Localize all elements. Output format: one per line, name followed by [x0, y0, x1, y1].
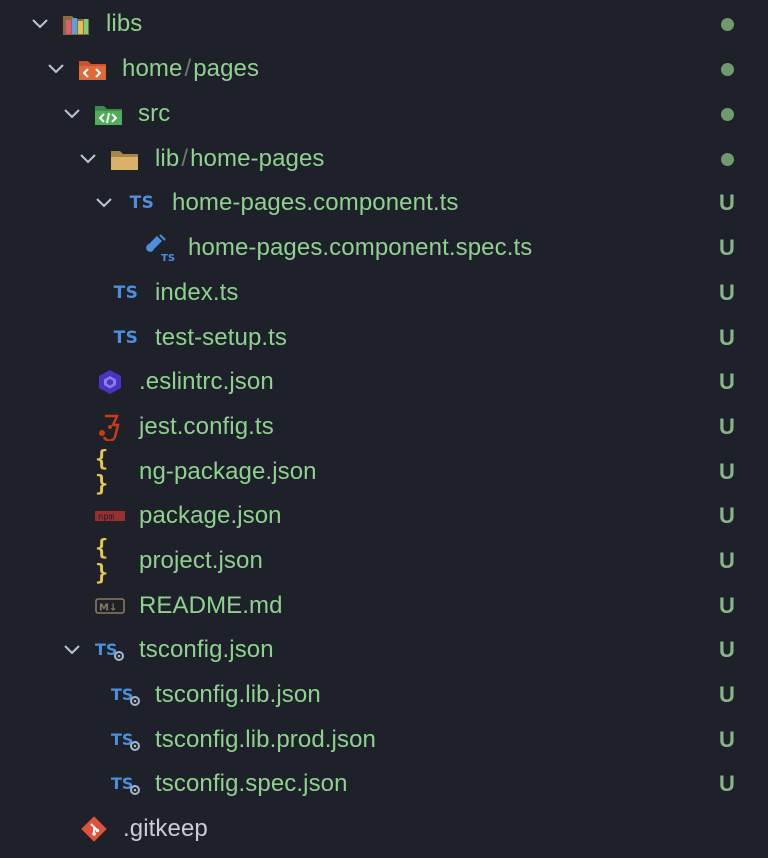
- tree-item-label: ng-package.json: [139, 458, 317, 485]
- tree-item-project-json[interactable]: { } project.json U: [0, 536, 768, 586]
- markdown-icon: M↓: [95, 591, 125, 621]
- tree-item-label: project.json: [139, 547, 263, 574]
- chevron-down-icon[interactable]: [93, 192, 115, 214]
- folder-src-icon: [94, 99, 124, 129]
- modified-dot: [721, 152, 734, 166]
- untracked-badge: U: [719, 771, 735, 796]
- tree-item-tsconfig-spec-json[interactable]: TS tsconfig.spec.json U: [0, 762, 768, 806]
- tree-item-home-pages-component-ts[interactable]: TS home-pages.component.ts U: [0, 181, 768, 225]
- tree-item-label: .gitkeep: [123, 815, 208, 842]
- markdown-icon-text: M↓: [99, 603, 117, 614]
- tree-item-label: tsconfig.lib.json: [155, 681, 321, 708]
- json-icon-text: { }: [95, 447, 111, 497]
- tree-item-eslintrc-json[interactable]: .eslintrc.json U: [0, 360, 768, 404]
- tree-item-label: tsconfig.lib.prod.json: [155, 726, 376, 753]
- jest-icon: [95, 412, 125, 442]
- modified-dot: [721, 17, 734, 31]
- tree-item-label: jest.config.ts: [139, 413, 274, 440]
- untracked-badge: U: [719, 235, 735, 260]
- tree-item-tsconfig-lib-json[interactable]: TS tsconfig.lib.json U: [0, 673, 768, 717]
- tree-item-label: lib/home-pages: [155, 144, 325, 174]
- eslint-icon: [95, 367, 125, 397]
- path-separator: /: [181, 145, 189, 172]
- chevron-down-icon[interactable]: [45, 58, 67, 80]
- typescript-test-icon: TS: [145, 233, 175, 263]
- tree-item-label: src: [138, 100, 171, 127]
- untracked-badge: U: [719, 369, 735, 394]
- untracked-badge: U: [719, 414, 735, 439]
- untracked-badge: U: [719, 459, 735, 484]
- tree-item-package-json[interactable]: npm package.json U: [0, 494, 768, 538]
- tree-item-libs[interactable]: libs: [0, 2, 768, 46]
- tree-item-home-pages-component-spec-ts[interactable]: TS home-pages.component.spec.ts U: [0, 226, 768, 270]
- chevron-down-icon[interactable]: [61, 103, 83, 125]
- path-segment: home-pages: [190, 145, 325, 172]
- folder-html-icon: [78, 54, 108, 84]
- typescript-icon-text: TS: [113, 328, 139, 348]
- tree-item-label: tsconfig.json: [139, 636, 274, 663]
- tsconfig-icon: TS: [111, 680, 141, 710]
- path-separator: /: [184, 55, 192, 82]
- json-icon-text: { }: [95, 536, 111, 586]
- path-segment: home: [122, 55, 183, 82]
- tree-item-readme-md[interactable]: M↓ README.md U: [0, 584, 768, 628]
- path-segment: lib: [155, 145, 180, 172]
- untracked-badge: U: [719, 280, 735, 305]
- tree-item-label: README.md: [139, 592, 283, 619]
- untracked-badge: U: [719, 548, 735, 573]
- untracked-badge: U: [719, 727, 735, 752]
- tree-item-label: tsconfig.spec.json: [155, 770, 348, 797]
- npm-icon-text: npm: [98, 513, 114, 523]
- tree-item-label: index.ts: [155, 279, 239, 306]
- git-icon: [79, 814, 109, 844]
- untracked-badge: U: [719, 593, 735, 618]
- tree-item-label: home-pages.component.ts: [172, 189, 459, 216]
- chevron-down-icon[interactable]: [61, 639, 83, 661]
- svg-text:TS: TS: [161, 253, 175, 263]
- typescript-icon-text: TS: [129, 193, 155, 213]
- tree-item-src[interactable]: src: [0, 92, 768, 136]
- tree-item-tsconfig-lib-prod-json[interactable]: TS tsconfig.lib.prod.json U: [0, 718, 768, 762]
- tree-item-label: home/pages: [122, 54, 259, 84]
- tree-item-label: test-setup.ts: [155, 324, 288, 351]
- file-explorer-tree: libs home/pages src lib/home-pages TS ho…: [0, 0, 768, 858]
- tree-item-label: .eslintrc.json: [139, 368, 274, 395]
- untracked-badge: U: [719, 682, 735, 707]
- chevron-down-icon[interactable]: [77, 148, 99, 170]
- json-icon: { }: [95, 447, 125, 497]
- tree-item-tsconfig-json[interactable]: TS tsconfig.json U: [0, 628, 768, 672]
- typescript-icon-text: TS: [113, 283, 139, 303]
- tsconfig-icon: TS: [111, 769, 141, 799]
- untracked-badge: U: [719, 503, 735, 528]
- tree-item-index-ts[interactable]: TS index.ts U: [0, 271, 768, 315]
- tree-item-lib-home-pages[interactable]: lib/home-pages: [0, 137, 768, 181]
- untracked-badge: U: [719, 190, 735, 215]
- tsconfig-icon: TS: [111, 725, 141, 755]
- json-icon: { }: [95, 536, 125, 586]
- path-segment: pages: [193, 55, 260, 82]
- npm-icon: npm: [95, 501, 125, 531]
- folder-icon: [110, 144, 140, 174]
- folder-libs-icon: [62, 9, 92, 39]
- tree-item-label: package.json: [139, 502, 282, 529]
- tree-item-test-setup-ts[interactable]: TS test-setup.ts U: [0, 316, 768, 360]
- tree-item-label: libs: [106, 10, 143, 37]
- tree-item-ng-package-json[interactable]: { } ng-package.json U: [0, 447, 768, 497]
- untracked-badge: U: [719, 637, 735, 662]
- typescript-icon: TS: [111, 278, 141, 308]
- untracked-badge: U: [719, 325, 735, 350]
- tree-item-label: home-pages.component.spec.ts: [188, 234, 533, 261]
- tree-item-home-pages[interactable]: home/pages: [0, 47, 768, 91]
- tree-item-gitkeep[interactable]: .gitkeep: [0, 807, 768, 851]
- typescript-icon: TS: [127, 188, 157, 218]
- tsconfig-icon: TS: [95, 635, 125, 665]
- modified-dot: [721, 62, 734, 76]
- tree-item-jest-config-ts[interactable]: jest.config.ts U: [0, 405, 768, 449]
- chevron-down-icon[interactable]: [29, 13, 51, 35]
- typescript-icon: TS: [111, 323, 141, 353]
- modified-dot: [721, 107, 734, 121]
